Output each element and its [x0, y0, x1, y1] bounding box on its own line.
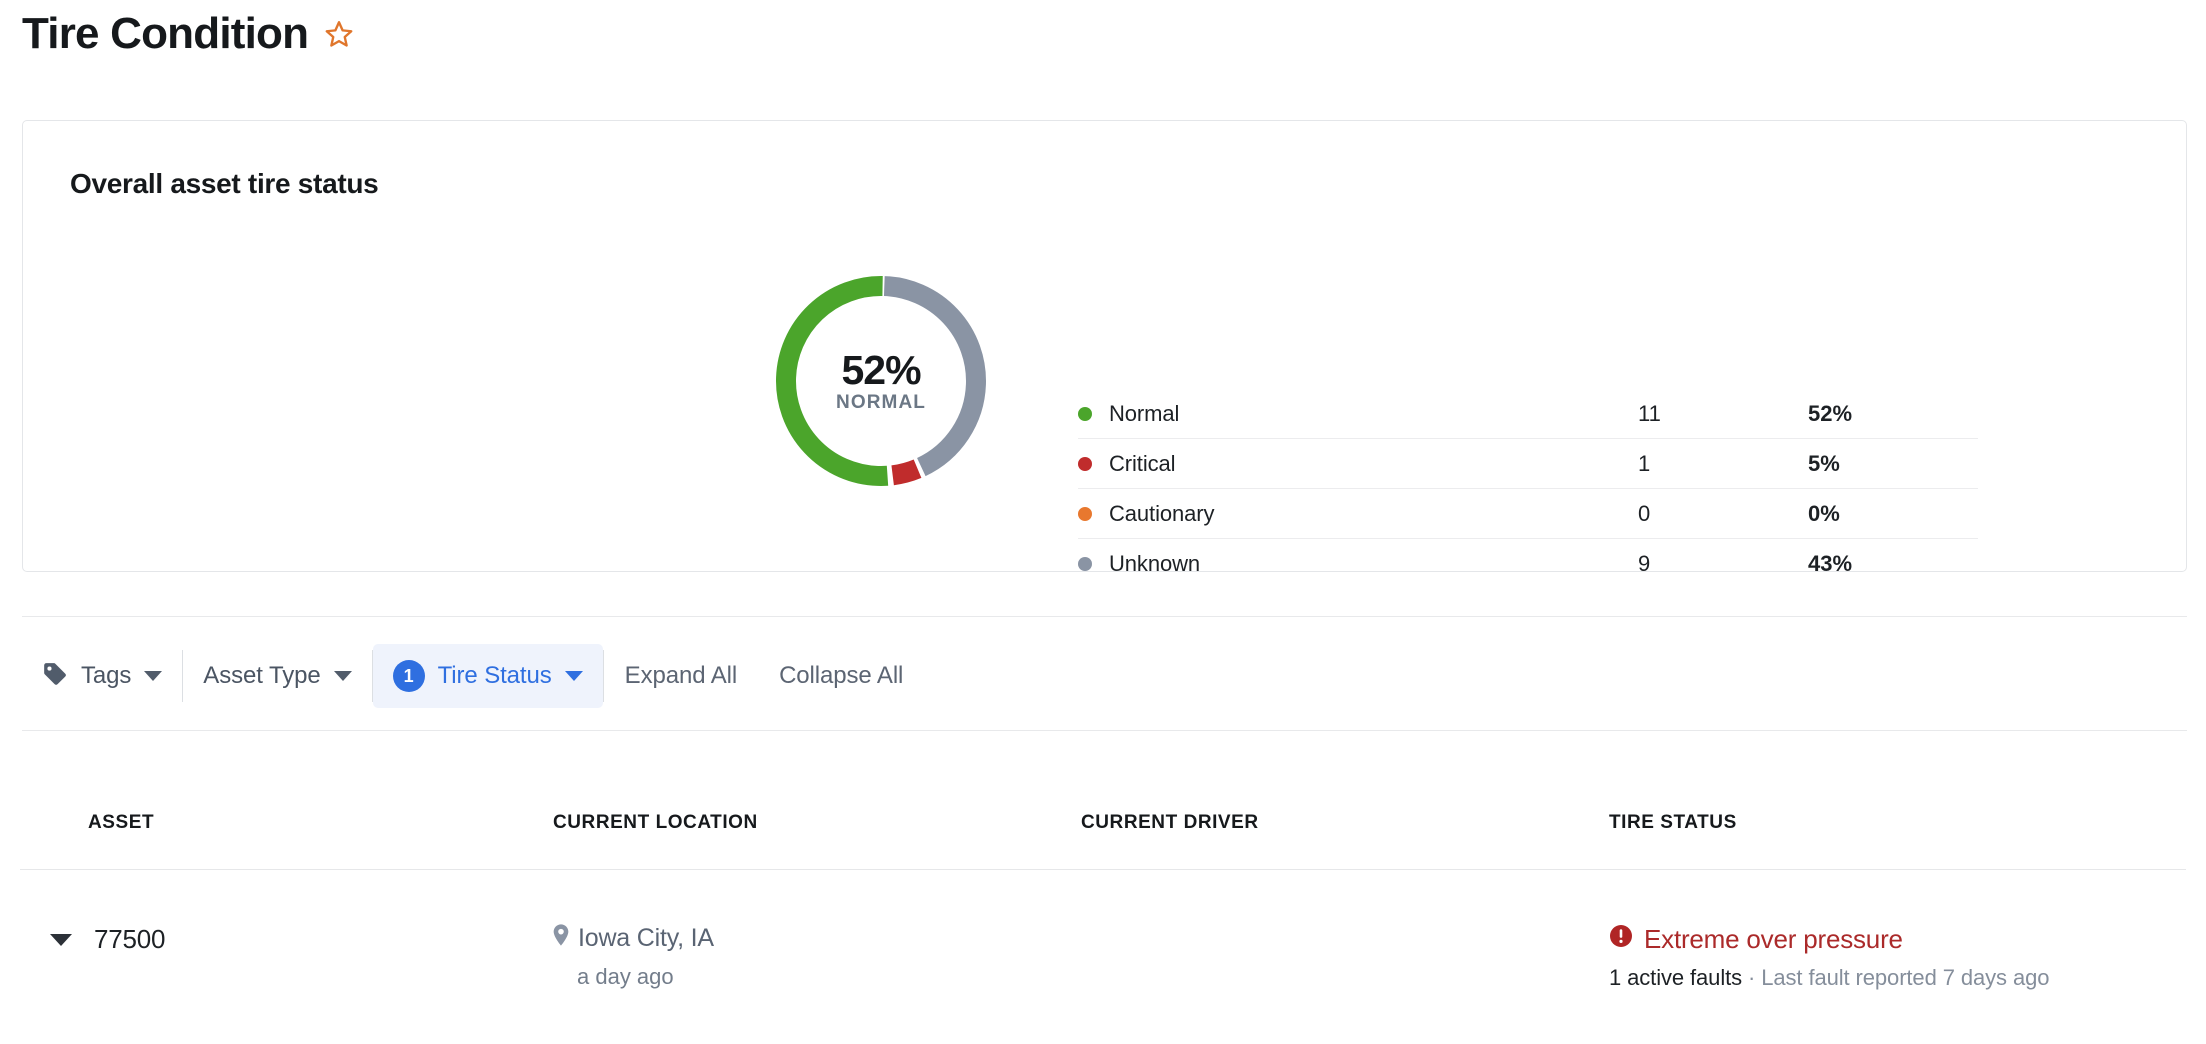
- filter-tire-status-badge: 1: [392, 660, 425, 692]
- legend-dot-unknown: [1078, 557, 1092, 571]
- status-legend-table: Normal 11 52% Critical 1 5% Cautionary 0: [1078, 389, 1978, 589]
- legend-row: Cautionary 0 0%: [1078, 489, 1978, 539]
- legend-percent: 43%: [1808, 551, 1853, 576]
- filter-tire-status-label: Tire Status: [437, 662, 552, 689]
- legend-label: Cautionary: [1109, 500, 1215, 526]
- tag-icon: [42, 661, 68, 692]
- status-line: Extreme over pressure: [1609, 924, 2089, 955]
- expand-all-button[interactable]: Expand All: [604, 644, 758, 708]
- chevron-down-icon: [333, 671, 352, 681]
- filter-tags[interactable]: Tags: [22, 644, 182, 708]
- filter-tire-status[interactable]: 1 Tire Status: [372, 644, 603, 708]
- donut-percent: 52%: [841, 347, 921, 393]
- divider-below-filters: [22, 730, 2187, 731]
- filter-asset-type-label: Asset Type: [203, 662, 321, 689]
- legend-row: Critical 1 5%: [1078, 439, 1978, 489]
- location-text: Iowa City, IA: [578, 924, 714, 952]
- last-fault-text: · Last fault reported 7 days ago: [1742, 965, 2050, 990]
- tire-condition-page: Tire Condition Overall asset tire status…: [0, 0, 2206, 1044]
- legend-row: Unknown 9 43%: [1078, 539, 1978, 589]
- legend-dot-normal: [1078, 406, 1092, 421]
- legend-count: 1: [1638, 450, 1651, 476]
- donut-center-label: 52% NORMAL: [768, 268, 994, 494]
- legend-percent: 5%: [1808, 450, 1840, 476]
- filter-tags-label: Tags: [81, 662, 132, 689]
- legend-percent: 52%: [1808, 400, 1853, 426]
- legend-count: 0: [1638, 500, 1651, 526]
- filter-asset-type[interactable]: Asset Type: [183, 644, 371, 708]
- column-header-asset: ASSET: [88, 812, 155, 833]
- legend-count: 11: [1638, 400, 1661, 426]
- card-title: Overall asset tire status: [70, 168, 379, 199]
- legend-count: 9: [1638, 551, 1651, 576]
- legend-label: Unknown: [1109, 551, 1201, 576]
- legend-percent: 0%: [1808, 500, 1840, 526]
- cell-tire-status: Extreme over pressure 1 active faults · …: [1609, 924, 2089, 991]
- legend-row: Normal 11 52%: [1078, 389, 1978, 439]
- column-header-location: CURRENT LOCATION: [553, 812, 758, 833]
- filter-bar: Tags Asset Type 1 Tire Status Expand All…: [22, 644, 924, 708]
- page-title: Tire Condition: [22, 9, 309, 58]
- table-header-row: ASSET CURRENT LOCATION CURRENT DRIVER TI…: [20, 790, 2186, 870]
- legend-name-cell: Normal: [1078, 401, 1638, 427]
- legend-label: Critical: [1109, 450, 1176, 476]
- tire-status-donut-chart: 52% NORMAL: [768, 268, 994, 494]
- divider-above-filters: [22, 616, 2187, 617]
- chevron-down-icon[interactable]: [50, 933, 72, 946]
- status-text: Extreme over pressure: [1644, 924, 1903, 954]
- location-line: Iowa City, IA: [553, 924, 1081, 953]
- collapse-all-button[interactable]: Collapse All: [758, 644, 924, 708]
- legend-label: Normal: [1109, 400, 1180, 426]
- table-row[interactable]: 77500 Iowa City, IA a day ago Extreme ov…: [20, 870, 2186, 991]
- column-header-tire-status: TIRE STATUS: [1609, 812, 1737, 833]
- legend-dot-cautionary: [1078, 506, 1092, 521]
- legend-name-cell: Unknown: [1078, 551, 1638, 577]
- legend-dot-critical: [1078, 456, 1092, 471]
- legend-name-cell: Cautionary: [1078, 501, 1638, 527]
- chevron-down-icon: [144, 671, 163, 681]
- page-header: Tire Condition: [22, 6, 354, 62]
- asset-name: 77500: [94, 924, 166, 954]
- overall-status-card: Overall asset tire status 52% NORMAL Nor…: [22, 120, 2187, 576]
- map-pin-icon: [553, 924, 569, 953]
- cell-asset: 77500: [20, 924, 553, 955]
- star-icon[interactable]: [324, 19, 354, 49]
- alert-circle-icon: [1609, 924, 1633, 955]
- status-detail: 1 active faults · Last fault reported 7 …: [1609, 965, 2089, 991]
- cell-current-location: Iowa City, IA a day ago: [553, 924, 1081, 990]
- column-header-driver: CURRENT DRIVER: [1081, 812, 1259, 833]
- chevron-down-icon: [564, 671, 583, 681]
- active-faults-count: 1 active faults: [1609, 965, 1743, 990]
- assets-table: ASSET CURRENT LOCATION CURRENT DRIVER TI…: [0, 790, 2206, 991]
- legend-name-cell: Critical: [1078, 451, 1638, 477]
- location-timestamp: a day ago: [577, 964, 674, 989]
- donut-status-label: NORMAL: [836, 392, 926, 413]
